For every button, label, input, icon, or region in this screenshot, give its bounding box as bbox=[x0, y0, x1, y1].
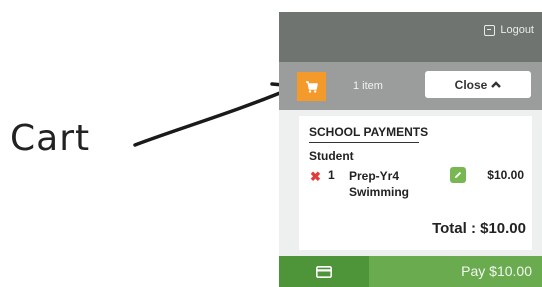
edit-item-button[interactable] bbox=[450, 167, 466, 183]
item-name: Prep-Yr4 Swimming bbox=[349, 169, 410, 199]
pencil-icon bbox=[455, 171, 462, 178]
cart-card: SCHOOL PAYMENTS Student ✖ 1 Prep-Yr4 Swi… bbox=[299, 116, 532, 250]
cart-button[interactable] bbox=[297, 72, 326, 101]
close-label: Close bbox=[454, 77, 488, 92]
credit-card-icon bbox=[316, 265, 332, 278]
pay-button[interactable]: Pay $10.00 bbox=[279, 256, 542, 287]
section-divider bbox=[309, 142, 419, 143]
app-panel: Logout 1 item Close SCHOOL PAYMENTS Stud… bbox=[279, 12, 542, 287]
pay-label: Pay $10.00 bbox=[461, 263, 532, 279]
logout-label: Logout bbox=[500, 24, 534, 36]
cart-total: Total : $10.00 bbox=[432, 220, 526, 237]
remove-item-button[interactable]: ✖ bbox=[310, 169, 321, 185]
cart-icon bbox=[306, 80, 318, 93]
item-price: $10.00 bbox=[487, 168, 524, 182]
close-cart-button[interactable]: Close bbox=[425, 71, 531, 98]
cart-bar: 1 item Close bbox=[279, 62, 542, 110]
chevron-up-icon bbox=[491, 81, 502, 88]
top-bar: Logout bbox=[279, 12, 542, 62]
item-quantity: 1 bbox=[328, 168, 335, 182]
logout-icon bbox=[484, 24, 496, 36]
cart-item-count: 1 item bbox=[353, 80, 383, 92]
section-title: SCHOOL PAYMENTS bbox=[309, 125, 429, 139]
student-label: Student bbox=[309, 149, 354, 163]
payment-method bbox=[279, 256, 369, 287]
logout-button[interactable]: Logout bbox=[484, 24, 534, 36]
